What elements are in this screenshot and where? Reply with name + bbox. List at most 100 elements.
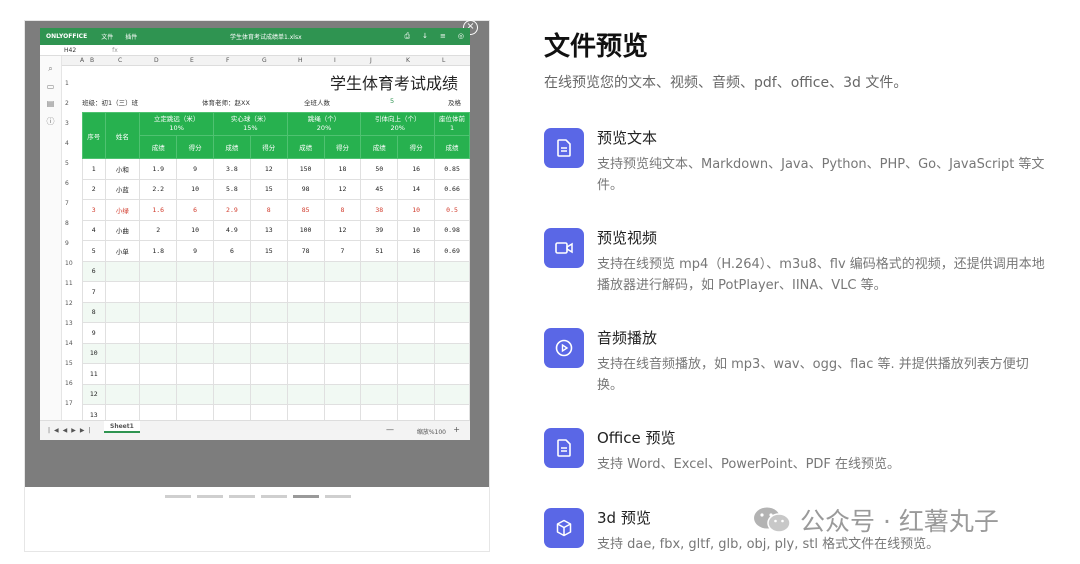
table-cell[interactable] [360,342,399,364]
table-cell[interactable] [323,383,362,405]
header-group[interactable]: 跳绳（个） 20% [286,112,362,136]
table-cell[interactable] [286,260,325,282]
carousel-dot[interactable] [229,495,255,498]
table-cell[interactable]: 100 [286,219,325,241]
table-cell[interactable] [249,383,288,405]
table-cell[interactable] [360,260,399,282]
table-cell[interactable] [104,281,141,303]
table-cell[interactable]: 1.8 [139,240,178,262]
table-cell[interactable] [213,363,251,385]
table-cell[interactable]: 10 [176,219,214,241]
table-cell[interactable]: 3 [82,199,106,221]
row-header[interactable]: 8 [65,220,69,227]
table-cell[interactable] [249,342,288,364]
subheader-cell[interactable]: 得分 [323,135,362,159]
info-icon[interactable]: ⓘ [40,116,61,127]
table-cell[interactable] [176,342,214,364]
table-cell[interactable] [176,301,214,323]
table-cell[interactable]: 6 [82,260,106,282]
sheet-nav-icons[interactable]: |◀◀▶▶| [48,427,95,434]
subheader-cell[interactable]: 成绩 [434,135,470,159]
table-cell[interactable]: 39 [360,219,399,241]
table-cell[interactable]: 2.2 [139,178,178,200]
table-cell[interactable]: 1.6 [139,199,178,221]
column-header[interactable]: F [226,57,229,64]
table-cell[interactable]: 4 [82,219,106,241]
table-cell[interactable]: 13 [249,219,288,241]
table-cell[interactable]: 12 [323,178,362,200]
table-cell[interactable]: 9 [176,240,214,262]
table-cell[interactable]: 14 [397,178,436,200]
table-cell[interactable]: 98 [286,178,325,200]
table-cell[interactable] [249,363,288,385]
table-cell[interactable]: 0.69 [434,240,470,262]
column-header[interactable]: K [406,57,410,64]
table-cell[interactable]: 0.5 [434,199,470,221]
subheader-cell[interactable]: 得分 [249,135,288,159]
table-cell[interactable] [360,281,399,303]
search-icon[interactable]: ⌕ [40,64,61,74]
table-cell[interactable] [434,383,470,405]
header-name[interactable]: 姓名 [104,112,141,159]
print-icon[interactable]: ⎙ [405,32,411,41]
table-cell[interactable] [176,363,214,385]
header-group[interactable]: 引体向上（个） 20% [360,112,436,136]
column-header[interactable]: I [334,57,336,64]
table-cell[interactable]: 小和 [104,158,141,180]
table-cell[interactable] [323,322,362,344]
table-cell[interactable]: 11 [82,363,106,385]
table-cell[interactable] [397,281,436,303]
table-cell[interactable]: 3.8 [213,158,251,180]
table-cell[interactable] [360,363,399,385]
table-cell[interactable] [213,281,251,303]
menu-icon[interactable]: ≡ [440,32,446,41]
table-cell[interactable] [213,342,251,364]
table-cell[interactable] [139,260,178,282]
row-header[interactable]: 7 [65,200,69,207]
table-cell[interactable]: 2 [139,219,178,241]
row-header[interactable]: 10 [65,260,73,267]
download-icon[interactable]: ↓ [422,32,428,41]
carousel-dot[interactable] [197,495,223,498]
row-header[interactable]: 17 [65,400,73,407]
menu-file[interactable]: 文件 [101,32,113,41]
table-cell[interactable]: 10 [176,178,214,200]
header-group[interactable]: 立定跳远（米） 10% [139,112,214,136]
table-cell[interactable]: 45 [360,178,399,200]
table-cell[interactable] [360,301,399,323]
table-cell[interactable] [213,301,251,323]
table-cell[interactable] [397,383,436,405]
table-cell[interactable] [323,342,362,364]
table-cell[interactable]: 小绿 [104,199,141,221]
table-cell[interactable]: 1 [82,158,106,180]
table-cell[interactable]: 50 [360,158,399,180]
table-cell[interactable]: 2 [82,178,106,200]
table-cell[interactable]: 8 [82,301,106,323]
header-group[interactable]: 座位体前 1 [434,112,470,136]
table-cell[interactable] [323,301,362,323]
row-header[interactable]: 1 [65,80,69,87]
table-cell[interactable] [286,363,325,385]
table-cell[interactable] [434,281,470,303]
table-cell[interactable] [434,322,470,344]
table-cell[interactable]: 150 [286,158,325,180]
table-cell[interactable] [104,260,141,282]
table-cell[interactable] [323,281,362,303]
zoom-in-icon[interactable]: + [453,425,460,434]
table-cell[interactable]: 12 [82,383,106,405]
table-cell[interactable]: 10 [82,342,106,364]
table-cell[interactable] [249,301,288,323]
table-cell[interactable]: 78 [286,240,325,262]
row-header[interactable]: 11 [65,280,73,287]
table-cell[interactable] [139,383,178,405]
table-cell[interactable] [360,383,399,405]
table-cell[interactable]: 15 [249,178,288,200]
header-group[interactable]: 实心球（米） 15% [213,112,288,136]
row-header[interactable]: 6 [65,180,69,187]
table-cell[interactable] [139,363,178,385]
column-header[interactable]: A [80,57,84,64]
comment-icon[interactable]: ▭ [40,82,61,91]
table-cell[interactable]: 小蓝 [104,178,141,200]
table-cell[interactable] [286,301,325,323]
table-cell[interactable] [176,383,214,405]
